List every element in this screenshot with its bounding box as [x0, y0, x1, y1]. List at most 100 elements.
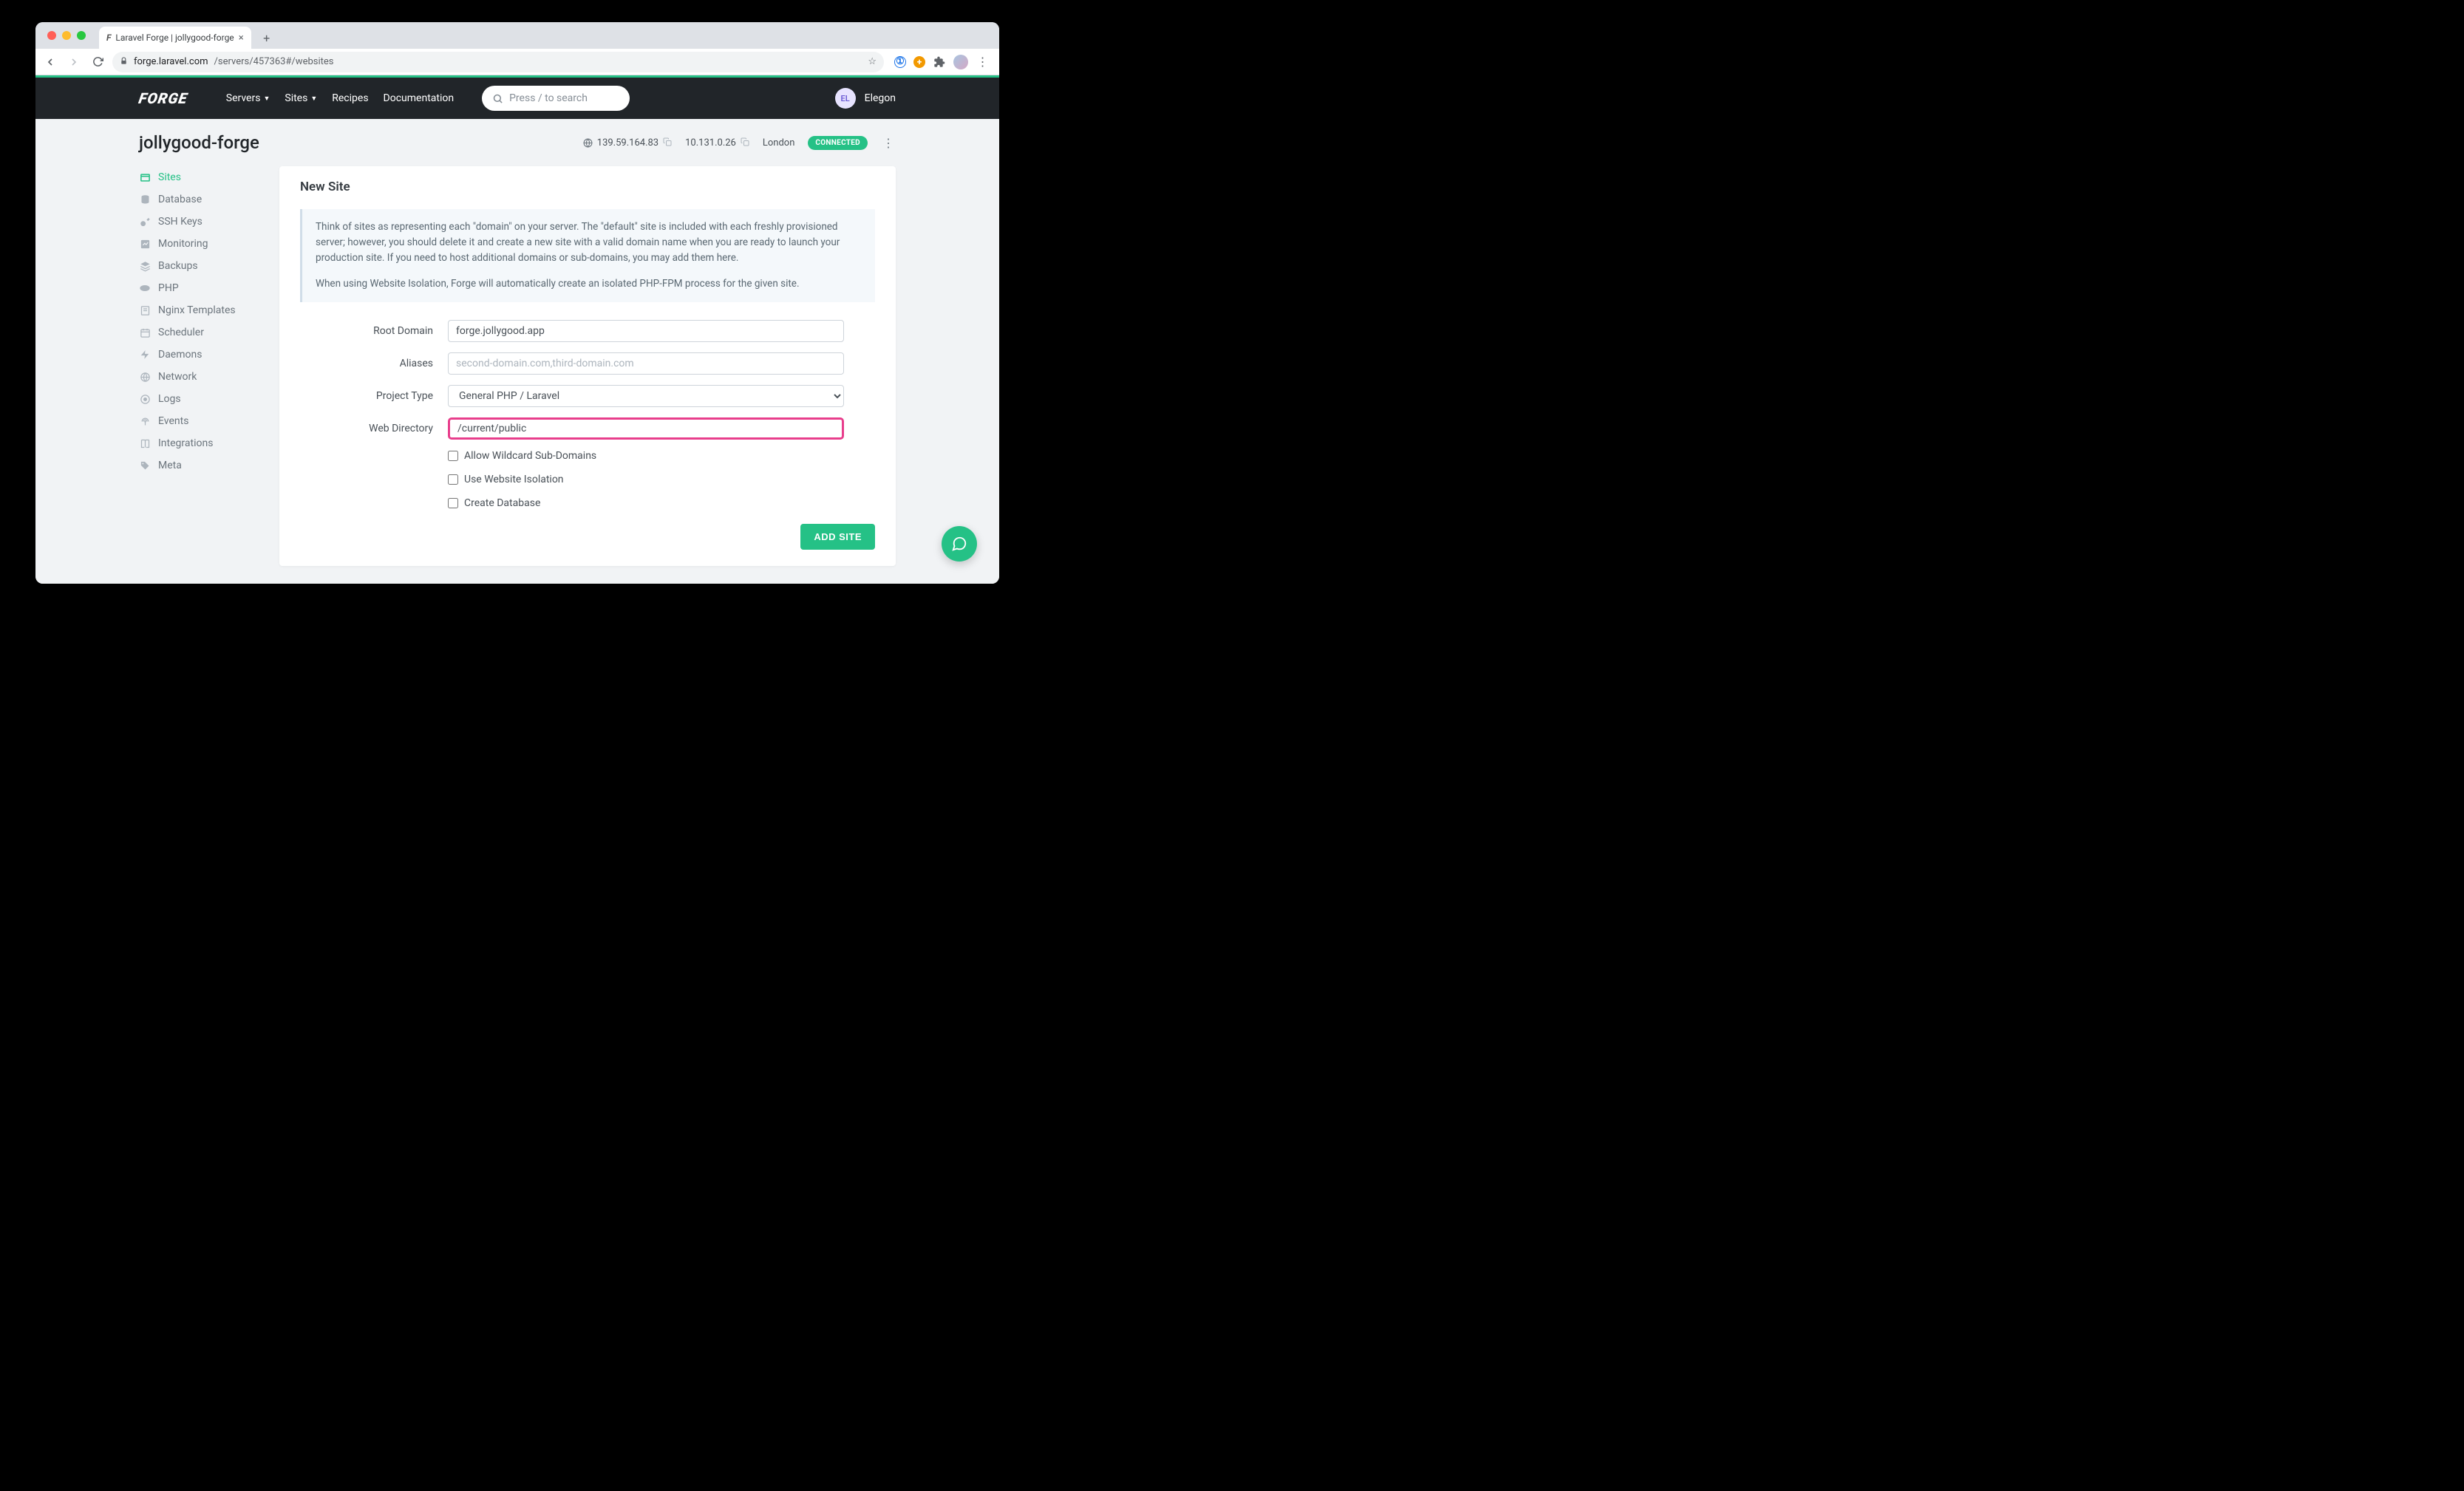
sidebar-item-database[interactable]: Database	[139, 188, 265, 211]
browser-tab[interactable]: F Laravel Forge | jollygood-forge ×	[99, 27, 251, 49]
status-badge: CONNECTED	[808, 136, 868, 150]
calendar-icon	[139, 327, 151, 338]
sidebar-item-monitoring[interactable]: Monitoring	[139, 233, 265, 255]
window-icon	[139, 171, 151, 183]
sidebar-item-scheduler[interactable]: Scheduler	[139, 321, 265, 344]
forward-button[interactable]	[65, 53, 83, 71]
new-tab-button[interactable]: +	[257, 28, 276, 47]
label-aliases: Aliases	[300, 358, 448, 369]
label-root-domain: Root Domain	[300, 325, 448, 337]
sidebar-item-events[interactable]: Events	[139, 410, 265, 432]
tab-title: Laravel Forge | jollygood-forge	[115, 33, 234, 43]
nav-link-sites[interactable]: Sites▼	[285, 92, 317, 104]
sidebar: Sites Database SSH Keys Monitoring	[139, 166, 265, 477]
card-title: New Site	[300, 180, 875, 194]
nav-link-recipes[interactable]: Recipes	[332, 92, 368, 104]
public-ip: 139.59.164.83	[583, 137, 672, 149]
back-button[interactable]	[41, 53, 59, 71]
brand-logo[interactable]: FORGE	[137, 89, 189, 107]
sidebar-item-network[interactable]: Network	[139, 366, 265, 388]
address-bar[interactable]: forge.laravel.com/servers/457363#/websit…	[112, 52, 884, 72]
help-fab[interactable]	[942, 526, 977, 562]
label-web-directory: Web Directory	[300, 423, 448, 434]
window-controls	[44, 31, 99, 49]
broadcast-icon	[139, 415, 151, 427]
url-host: forge.laravel.com	[134, 56, 208, 67]
web-directory-input[interactable]	[448, 417, 844, 440]
chrome-titlebar: F Laravel Forge | jollygood-forge × +	[35, 22, 999, 49]
minimize-window-icon[interactable]	[62, 31, 71, 40]
close-tab-icon[interactable]: ×	[239, 33, 244, 44]
info-text-2: When using Website Isolation, Forge will…	[316, 276, 862, 292]
nav-link-documentation[interactable]: Documentation	[384, 92, 455, 104]
extension-icons: ① + ⋮	[890, 55, 993, 69]
php-icon	[139, 282, 151, 294]
server-location: London	[763, 137, 795, 149]
sidebar-item-backups[interactable]: Backups	[139, 255, 265, 277]
copy-icon[interactable]	[663, 137, 672, 149]
nav-link-servers[interactable]: Servers▼	[226, 92, 270, 104]
label-project-type: Project Type	[300, 390, 448, 402]
database-icon	[139, 194, 151, 205]
extension-icon-2[interactable]: +	[913, 56, 925, 68]
reload-button[interactable]	[89, 53, 106, 71]
search-placeholder: Press / to search	[509, 92, 588, 104]
database-checkbox[interactable]	[448, 498, 458, 508]
bolt-icon	[139, 349, 151, 361]
sidebar-item-ssh-keys[interactable]: SSH Keys	[139, 211, 265, 233]
extensions-icon[interactable]	[933, 55, 946, 69]
private-ip: 10.131.0.26	[685, 137, 749, 149]
wildcard-checkbox[interactable]	[448, 451, 458, 461]
url-path: /servers/457363#/websites	[214, 56, 334, 67]
new-site-card: New Site Think of sites as representing …	[279, 166, 896, 566]
project-type-select[interactable]: General PHP / Laravel	[448, 385, 844, 407]
user-avatar[interactable]: EL	[835, 88, 856, 109]
more-menu-icon[interactable]: ⋮	[881, 136, 896, 150]
chevron-down-icon: ▼	[263, 95, 270, 103]
key-icon	[139, 216, 151, 228]
root-domain-input[interactable]	[448, 320, 844, 342]
tab-favicon: F	[106, 33, 111, 43]
sidebar-item-meta[interactable]: Meta	[139, 454, 265, 477]
isolation-checkbox[interactable]	[448, 474, 458, 485]
book-icon	[139, 437, 151, 449]
wildcard-label: Allow Wildcard Sub-Domains	[464, 450, 596, 462]
chevron-down-icon: ▼	[310, 95, 317, 103]
profile-avatar-icon[interactable]	[953, 55, 968, 69]
layers-icon	[139, 260, 151, 272]
logs-icon	[139, 393, 151, 405]
sidebar-item-nginx-templates[interactable]: Nginx Templates	[139, 299, 265, 321]
sidebar-item-php[interactable]: PHP	[139, 277, 265, 299]
page-viewport: FORGE Servers▼ Sites▼ Recipes Documentat…	[35, 75, 999, 584]
close-window-icon[interactable]	[47, 31, 56, 40]
info-box: Think of sites as representing each "dom…	[300, 209, 875, 302]
chat-icon	[951, 536, 967, 552]
info-text-1: Think of sites as representing each "dom…	[316, 219, 862, 266]
add-site-button[interactable]: ADD SITE	[800, 524, 875, 550]
chrome-menu-icon[interactable]: ⋮	[976, 55, 989, 69]
maximize-window-icon[interactable]	[77, 31, 86, 40]
globe-icon	[139, 371, 151, 383]
star-icon[interactable]: ☆	[868, 56, 877, 67]
globe-icon	[583, 138, 593, 148]
sidebar-item-daemons[interactable]: Daemons	[139, 344, 265, 366]
browser-window: F Laravel Forge | jollygood-forge × + fo…	[35, 22, 999, 584]
chart-icon	[139, 238, 151, 250]
aliases-input[interactable]	[448, 352, 844, 375]
database-label: Create Database	[464, 497, 540, 509]
template-icon	[139, 304, 151, 316]
sidebar-item-logs[interactable]: Logs	[139, 388, 265, 410]
chrome-toolbar: forge.laravel.com/servers/457363#/websit…	[35, 49, 999, 75]
user-name[interactable]: Elegon	[865, 92, 896, 104]
extension-icon-1[interactable]: ①	[894, 56, 906, 68]
lock-icon	[120, 57, 128, 67]
search-icon	[492, 93, 503, 104]
sidebar-item-integrations[interactable]: Integrations	[139, 432, 265, 454]
tag-icon	[139, 460, 151, 471]
page-header: jollygood-forge 139.59.164.83 10.131.0.2…	[139, 132, 896, 153]
copy-icon[interactable]	[741, 137, 749, 149]
server-name: jollygood-forge	[139, 132, 259, 153]
global-search[interactable]: Press / to search	[482, 86, 630, 111]
sidebar-item-sites[interactable]: Sites	[139, 166, 265, 188]
app-topnav: FORGE Servers▼ Sites▼ Recipes Documentat…	[35, 78, 999, 119]
